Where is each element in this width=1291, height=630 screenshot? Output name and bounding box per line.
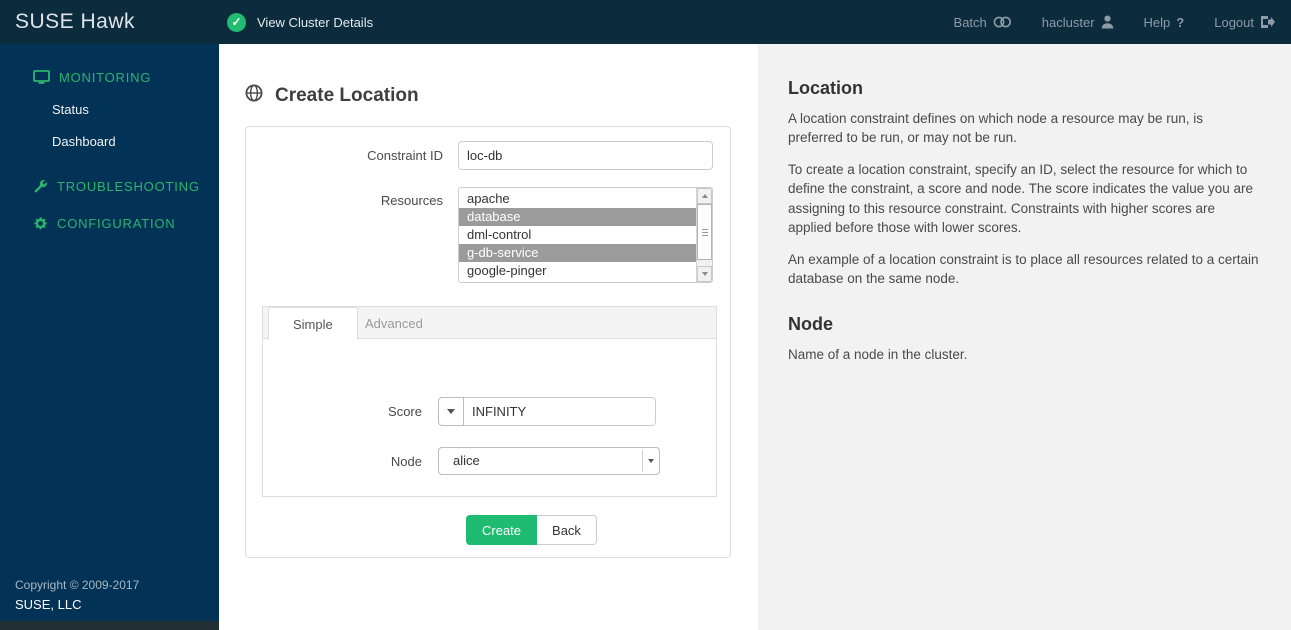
resources-multiselect[interactable]: apache database dml-control g-db-service… bbox=[458, 187, 713, 283]
resource-option-google-pinger[interactable]: google-pinger bbox=[459, 262, 696, 280]
create-button[interactable]: Create bbox=[466, 515, 538, 545]
help-section-title-location: Location bbox=[788, 78, 863, 98]
score-dropdown-button[interactable] bbox=[438, 397, 464, 426]
sidebar-item-status[interactable]: Status bbox=[0, 102, 219, 117]
chevron-down-icon bbox=[447, 409, 455, 414]
question-icon: ? bbox=[1176, 14, 1185, 30]
main-content: Create Location Constraint ID Resources … bbox=[219, 44, 758, 630]
help-paragraph: Name of a node in the cluster. bbox=[788, 347, 968, 363]
help-paragraph: A location constraint defines on which n… bbox=[788, 111, 1203, 146]
copyright-years: Copyright © 2009-2017 bbox=[15, 578, 140, 592]
resource-option-database[interactable]: database bbox=[459, 208, 696, 226]
node-label: Node bbox=[390, 453, 422, 469]
sidebar-item-label: MONITORING bbox=[59, 70, 152, 85]
help-link[interactable]: Help ? bbox=[1144, 15, 1185, 30]
user-icon bbox=[1101, 15, 1114, 29]
page-title: Create Location bbox=[245, 84, 419, 107]
sidebar-item-label: CONFIGURATION bbox=[57, 216, 176, 231]
tab-advanced[interactable]: Advanced bbox=[341, 307, 447, 340]
resource-option-dml-control[interactable]: dml-control bbox=[459, 226, 696, 244]
globe-icon bbox=[245, 84, 263, 107]
toggle-icon bbox=[993, 15, 1012, 29]
sidebar-item-dashboard[interactable]: Dashboard bbox=[0, 134, 219, 149]
sidebar-footer-strip bbox=[0, 621, 219, 630]
logout-link[interactable]: Logout bbox=[1214, 15, 1275, 30]
create-location-form: Constraint ID Resources apache database … bbox=[245, 126, 731, 558]
tab-content-simple: Score Node alice bbox=[262, 339, 717, 497]
logout-icon bbox=[1260, 15, 1275, 29]
score-input[interactable] bbox=[464, 397, 656, 426]
help-paragraph: An example of a location constraint is t… bbox=[788, 251, 1259, 287]
score-label: Score bbox=[388, 404, 422, 419]
help-panel: Location A location constraint defines o… bbox=[758, 44, 1291, 630]
app-logo[interactable]: SUSE Hawk bbox=[0, 10, 219, 34]
constraint-id-label: Constraint ID bbox=[367, 148, 443, 163]
wrench-icon bbox=[33, 179, 48, 194]
help-section-title-node: Node bbox=[788, 314, 833, 335]
sidebar: MONITORING Status Dashboard TROUBLESHOOT… bbox=[0, 44, 219, 630]
tab-bar: Simple Advanced bbox=[262, 306, 717, 341]
constraint-id-input[interactable] bbox=[458, 141, 713, 170]
node-select[interactable]: alice bbox=[438, 447, 660, 475]
copyright-company: SUSE, LLC bbox=[15, 597, 82, 612]
sidebar-item-monitoring[interactable]: MONITORING bbox=[0, 70, 219, 85]
sidebar-item-configuration[interactable]: CONFIGURATION bbox=[0, 216, 219, 231]
copyright: Copyright © 2009-2017 SUSE, LLC bbox=[15, 578, 139, 612]
help-paragraph: To create a location constraint, specify… bbox=[788, 162, 1254, 235]
resource-option-apache[interactable]: apache bbox=[459, 190, 696, 208]
cluster-status-label: View Cluster Details bbox=[257, 14, 374, 30]
form-actions: Create Back bbox=[466, 515, 597, 545]
page-title-text: Create Location bbox=[275, 84, 419, 106]
help-link-label: Help bbox=[1143, 14, 1171, 30]
sidebar-item-troubleshooting[interactable]: TROUBLESHOOTING bbox=[0, 179, 219, 194]
batch-link[interactable]: Batch bbox=[954, 15, 1012, 30]
topbar-links: Batch hacluster Help ? Logout bbox=[954, 15, 1291, 30]
check-circle-icon: ✓ bbox=[227, 12, 246, 32]
node-select-value: alice bbox=[453, 453, 480, 468]
constraint-tabs: Simple Advanced Score Node ali bbox=[262, 306, 717, 497]
chevron-down-icon bbox=[648, 459, 654, 463]
resources-scrollbar[interactable] bbox=[696, 188, 712, 282]
topbar: SUSE Hawk ✓ View Cluster Details Batch h… bbox=[0, 0, 1291, 44]
scroll-up-icon[interactable] bbox=[697, 188, 712, 204]
logout-link-label: Logout bbox=[1214, 14, 1254, 30]
back-button[interactable]: Back bbox=[537, 515, 597, 545]
scrollbar-thumb[interactable] bbox=[697, 204, 712, 260]
monitor-icon bbox=[33, 70, 50, 85]
sidebar-item-label: TROUBLESHOOTING bbox=[57, 179, 200, 194]
cluster-status[interactable]: ✓ View Cluster Details bbox=[227, 12, 374, 32]
gear-icon bbox=[33, 216, 48, 231]
resources-label: Resources bbox=[380, 193, 443, 208]
user-menu-label: hacluster bbox=[1041, 14, 1095, 30]
resource-option-g-db-service[interactable]: g-db-service bbox=[459, 244, 696, 262]
batch-link-label: Batch bbox=[953, 14, 987, 30]
user-menu[interactable]: hacluster bbox=[1042, 15, 1114, 30]
scroll-down-icon[interactable] bbox=[697, 266, 712, 282]
